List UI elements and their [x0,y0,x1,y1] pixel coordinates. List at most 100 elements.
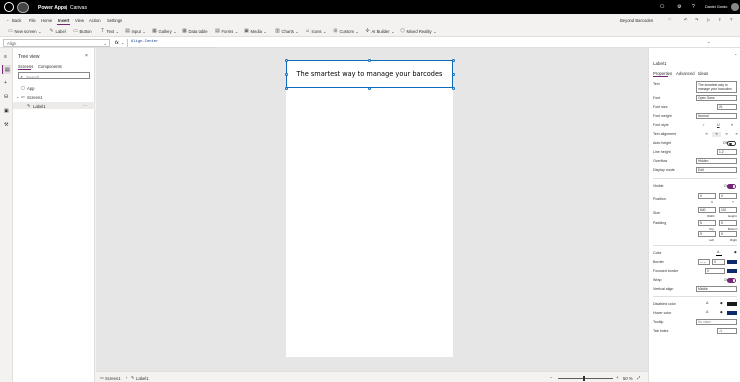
property-dropdown[interactable]: Align ⌄ [3,38,110,47]
menu-insert[interactable]: Insert [58,18,69,23]
add-icon[interactable]: + [4,80,7,86]
close-icon[interactable]: × [85,53,88,59]
border-color-swatch[interactable] [727,260,737,264]
chevron-down-icon[interactable]: ⌄ [121,40,125,45]
forms-button[interactable]: ▤ Forms ⌄ [215,29,238,35]
resize-handle[interactable] [368,86,371,90]
vertical-align-dropdown[interactable]: Middle [696,286,737,292]
font-size-input[interactable]: 21 [717,104,737,110]
status-control[interactable]: Label1 [136,376,149,381]
resize-handle[interactable] [451,72,455,76]
more-options-icon[interactable]: ⋯ [83,103,87,108]
align-center-icon[interactable]: ≡ [712,131,721,137]
disabled-fill-icon[interactable]: ◆ [720,301,723,305]
share-icon[interactable]: ⇪ [718,17,722,22]
tree-search-box[interactable]: ⌕ Search [18,72,90,80]
height-input[interactable]: 110 [719,207,737,213]
new-screen-button[interactable]: ▭ New screen ⌄ [8,29,42,35]
button-button[interactable]: ▭ Button [73,29,91,35]
tree-item-screen1[interactable]: ⌄ ▭ Screen1 [13,93,95,100]
align-justify-icon[interactable]: ≡ [732,132,740,137]
data-icon[interactable]: ⛁ [4,94,8,100]
strikethrough-icon[interactable]: ≡ [731,123,733,127]
ai-builder-button[interactable]: ✣ AI Builder ⌄ [365,29,394,35]
padding-bottom-input[interactable]: 5 [719,220,737,226]
overflow-dropdown[interactable]: Hidden [696,158,737,164]
font-color-icon[interactable]: A [717,250,719,254]
tooltip-input[interactable]: No value [696,319,737,325]
width-input[interactable]: 640 [698,207,716,213]
redo-icon[interactable]: ↷ [695,17,699,22]
italic-icon[interactable]: / [703,123,704,127]
tab-index-input[interactable]: -1 [717,328,737,334]
menu-view[interactable]: View [75,18,84,23]
settings-icon[interactable]: ⚙ [677,4,681,10]
play-icon[interactable]: ▷ [707,17,710,22]
text-button[interactable]: T Text ⌄ [100,29,119,35]
resize-handle[interactable] [284,72,288,76]
zoom-slider-thumb[interactable] [583,375,585,381]
zoom-in-icon[interactable]: + [616,375,618,380]
zoom-out-icon[interactable]: − [550,375,552,380]
scroll-up-icon[interactable]: ⌃ [734,53,738,58]
resize-handle[interactable] [368,58,371,62]
resize-handle[interactable] [451,58,455,62]
expand-formula-icon[interactable]: ⌄ [707,39,711,44]
align-left-icon[interactable]: ≡ [702,132,711,137]
disabled-font-color-icon[interactable]: A [706,301,708,305]
fill-color-icon[interactable]: ◆ [734,250,737,254]
visible-toggle[interactable] [727,184,736,189]
resize-handle[interactable] [284,86,288,90]
tree-item-label1[interactable]: ✎ Label1 ⋯ [13,102,95,109]
selected-label[interactable]: The smartest way to manage your barcodes [286,60,453,88]
avatar[interactable] [731,3,739,11]
mixed-reality-button[interactable]: ⬡ Mixed Reality ⌄ [400,29,436,35]
padding-right-input[interactable]: 5 [719,231,737,237]
user-name[interactable]: Daniel Gordo [705,5,727,9]
focused-border-input[interactable]: 0 [705,268,725,274]
input-button[interactable]: ▤ Input ⌄ [125,29,146,35]
hamburger-icon[interactable]: ≡ [4,54,7,60]
menu-home[interactable]: Home [41,18,52,23]
custom-button[interactable]: ⊞ Custom ⌄ [333,29,359,35]
fit-to-window-icon[interactable]: ⤢ [637,375,640,380]
auto-height-toggle[interactable] [727,141,736,146]
media-button[interactable]: ▣ Media ⌄ [244,29,267,35]
menu-settings[interactable]: Settings [107,18,122,23]
disabled-color-swatch[interactable] [727,302,737,306]
font-dropdown[interactable]: Open Sans [696,95,737,101]
text-input[interactable]: The smartest way to manage your barcodes [696,81,737,93]
line-height-input[interactable]: 1.2 [717,149,737,155]
tab-ideas[interactable]: Ideas [698,71,708,76]
menu-file[interactable]: File [29,18,36,23]
advanced-tools-icon[interactable]: ⚒ [4,122,8,128]
label-button[interactable]: ✎ Label [49,29,65,35]
resize-handle[interactable] [451,86,455,90]
display-mode-dropdown[interactable]: Edit [696,167,737,173]
status-screen[interactable]: Screen1 [105,376,121,381]
health-icon[interactable]: ♡ [668,17,672,22]
resize-handle[interactable] [284,58,288,62]
hover-font-color-icon[interactable]: A [706,310,708,314]
charts-button[interactable]: ▥ Charts ⌄ [275,29,299,35]
hover-color-swatch[interactable] [727,311,737,315]
x-input[interactable]: 0 [698,193,716,199]
border-style-dropdown[interactable]: —⌄ [698,259,710,265]
padding-top-input[interactable]: 5 [698,220,716,226]
formula-input[interactable]: Align.Center [127,38,702,47]
gallery-button[interactable]: ▦ Gallery ⌄ [152,29,177,35]
media-rail-icon[interactable]: ▣ [4,108,9,114]
tree-view-rail-button[interactable]: ▤ [2,65,11,74]
font-weight-dropdown[interactable]: Normal [696,113,737,119]
padding-left-input[interactable]: 5 [698,231,716,237]
tab-advanced[interactable]: Advanced [676,71,695,76]
back-arrow-icon[interactable]: ← [6,17,10,22]
back-button[interactable]: Back [12,18,21,23]
border-thickness-input[interactable]: 0 [712,259,725,265]
undo-icon[interactable]: ↶ [684,17,688,22]
icons-button[interactable]: ☺ Icons ⌄ [305,29,327,35]
zoom-slider[interactable] [558,377,613,379]
menu-action[interactable]: Action [89,18,101,23]
wrap-toggle[interactable] [727,278,736,283]
help-menu-icon[interactable]: ? [730,17,732,22]
